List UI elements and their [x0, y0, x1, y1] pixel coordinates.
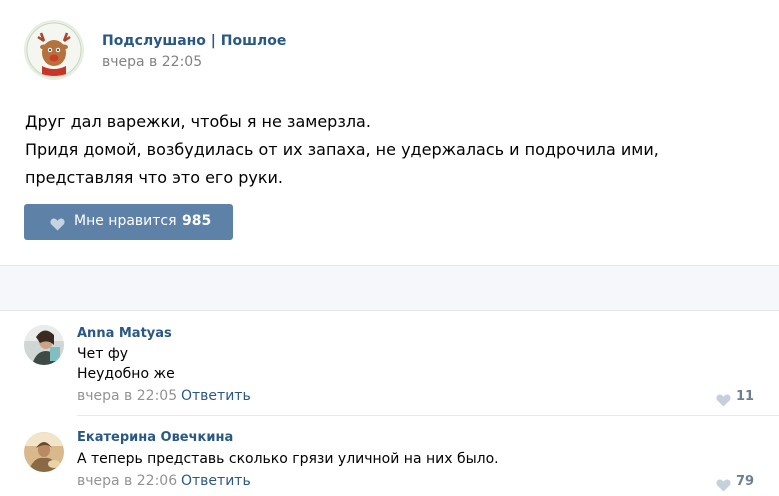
heart-icon	[50, 216, 65, 235]
comment-author[interactable]: Екатерина Овечкина	[77, 430, 233, 445]
comment-item: Екатерина Овечкина А теперь представь ск…	[0, 416, 779, 495]
like-button[interactable]: Мне нравится 985	[24, 204, 233, 240]
like-label: Мне нравится	[74, 213, 177, 229]
deer-avatar-icon	[24, 20, 84, 80]
comment-timestamp[interactable]: вчера в 22:06	[77, 473, 177, 489]
comment-text-line: А теперь представь сколько грязи уличной…	[77, 451, 499, 467]
commenter-avatar[interactable]	[24, 432, 64, 472]
user-photo-icon	[24, 325, 64, 365]
post-text: Друг дал варежки, чтобы я не замерзла. П…	[25, 108, 765, 192]
post-text-line: представляя что это его руки.	[25, 168, 283, 187]
post-card: Подслушано | Пошлое вчера в 22:05 Друг д…	[0, 0, 779, 265]
comment-item: Anna Matyas Чет фу Неудобно же вчера в 2…	[0, 312, 779, 415]
comment-text-line: Чет фу	[77, 346, 129, 362]
comment-heart-icon[interactable]	[716, 392, 731, 411]
user-photo-icon	[24, 432, 64, 472]
reply-button[interactable]: Ответить	[181, 388, 251, 404]
post-text-line: Друг дал варежки, чтобы я не замерзла.	[25, 112, 371, 131]
comment-text-line: Неудобно же	[77, 366, 175, 382]
comment-like-count: 11	[736, 389, 755, 404]
comment-heart-icon[interactable]	[716, 477, 731, 496]
commenter-avatar[interactable]	[24, 325, 64, 365]
comment-like-count: 79	[736, 474, 755, 489]
comment-author[interactable]: Anna Matyas	[77, 326, 172, 341]
post-text-line: Придя домой, возбудилась от их запаха, н…	[25, 140, 659, 159]
comments-divider	[0, 265, 779, 311]
post-author-name[interactable]: Подслушано | Пошлое	[102, 33, 286, 49]
community-avatar[interactable]	[24, 20, 84, 80]
comment-timestamp[interactable]: вчера в 22:05	[77, 388, 177, 404]
post-timestamp[interactable]: вчера в 22:05	[102, 54, 202, 70]
reply-button[interactable]: Ответить	[181, 473, 251, 489]
like-count: 985	[182, 213, 212, 229]
